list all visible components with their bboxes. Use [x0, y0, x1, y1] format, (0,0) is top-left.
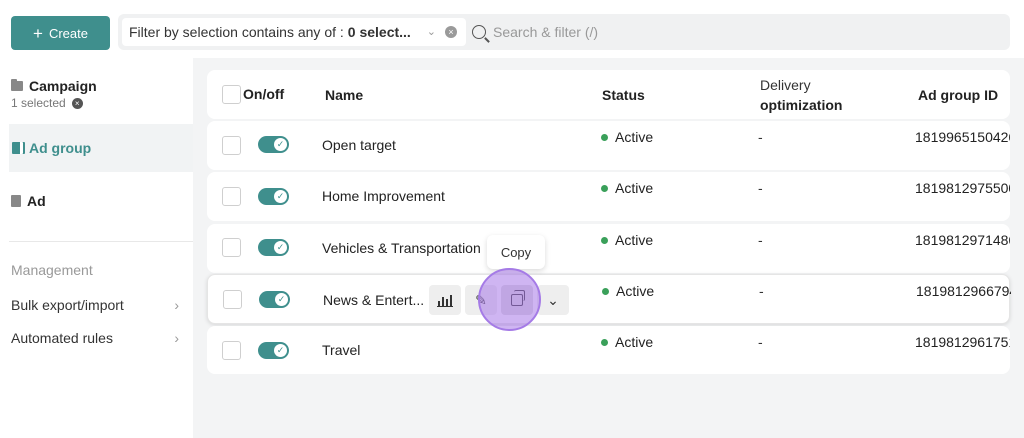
- check-icon: ✓: [274, 138, 287, 151]
- row-name[interactable]: News & Entert...: [323, 292, 424, 308]
- chevron-down-icon[interactable]: ⌄: [427, 25, 436, 38]
- header-name[interactable]: Name: [325, 87, 363, 103]
- row-name[interactable]: Travel: [322, 342, 360, 358]
- check-icon: ✓: [275, 293, 288, 306]
- row-toggle[interactable]: ✓: [258, 188, 289, 205]
- header-delivery-line2[interactable]: optimization: [760, 97, 842, 113]
- table-row[interactable]: ✓ Home Improvement Active - 181981297550…: [207, 172, 1010, 221]
- row-id: 1819965150426: [915, 129, 1010, 145]
- create-button[interactable]: + Create: [11, 16, 110, 50]
- row-checkbox[interactable]: [222, 341, 241, 360]
- filter-value: 0 select...: [347, 24, 411, 40]
- row-delivery: -: [758, 180, 763, 196]
- chart-icon: [437, 294, 453, 307]
- row-id: 1819812971486: [915, 232, 1010, 248]
- filter-prefix: Filter by selection contains any of :: [129, 24, 344, 40]
- header-status[interactable]: Status: [602, 87, 645, 103]
- management-heading: Management: [11, 262, 93, 278]
- status-text: Active: [615, 334, 654, 350]
- top-toolbar: + Create Filter by selection contains an…: [0, 0, 1024, 58]
- header-delivery-line1[interactable]: Delivery: [760, 77, 811, 93]
- table-row[interactable]: ✓ Travel Active - 1819812961751: [207, 326, 1010, 374]
- campaign-selection-count: 1 selected ×: [11, 96, 83, 110]
- filter-bar: Filter by selection contains any of : 0 …: [118, 14, 1010, 50]
- row-id: 1819812966794: [916, 283, 1011, 299]
- table-header: On/off Name Status Delivery optimization…: [207, 70, 1010, 119]
- chevron-right-icon: ›: [174, 330, 179, 346]
- status-dot-icon: [601, 338, 608, 346]
- sidebar-item-label: Ad group: [29, 140, 92, 156]
- check-icon: ✓: [274, 190, 287, 203]
- plus-icon: +: [33, 23, 43, 43]
- clear-selection-icon[interactable]: ×: [71, 97, 83, 109]
- clear-icon[interactable]: ×: [445, 26, 457, 38]
- chevron-right-icon: ›: [174, 297, 179, 313]
- ad-icon: [11, 195, 21, 207]
- row-checkbox[interactable]: [222, 238, 241, 257]
- row-delivery: -: [758, 129, 763, 145]
- row-name[interactable]: Home Improvement: [322, 188, 445, 204]
- row-checkbox[interactable]: [222, 136, 241, 155]
- table-row[interactable]: ✓ Open target Active - 1819965150426: [207, 121, 1010, 170]
- row-id: 1819812975500: [915, 180, 1010, 196]
- header-onoff: On/off: [243, 86, 285, 102]
- row-status: Active: [601, 334, 653, 350]
- sidebar-item-label: Ad: [27, 193, 46, 209]
- selection-filter-chip[interactable]: Filter by selection contains any of : 0 …: [122, 18, 466, 46]
- row-status: Active: [601, 129, 653, 145]
- status-text: Active: [615, 180, 654, 196]
- row-name[interactable]: Vehicles & Transportation: [322, 240, 481, 256]
- click-indicator: [478, 268, 541, 331]
- status-dot-icon: [601, 236, 608, 244]
- sidebar-item-automated-rules[interactable]: Automated rules ›: [11, 330, 179, 346]
- row-checkbox[interactable]: [222, 187, 241, 206]
- sidebar-item-bulk-export[interactable]: Bulk export/import ›: [11, 297, 179, 313]
- row-checkbox[interactable]: [223, 290, 242, 309]
- status-dot-icon: [601, 133, 608, 141]
- status-text: Active: [615, 129, 654, 145]
- status-dot-icon: [601, 184, 608, 192]
- row-delivery: -: [758, 334, 763, 350]
- row-toggle[interactable]: ✓: [258, 136, 289, 153]
- header-adgroup-id[interactable]: Ad group ID: [918, 87, 998, 103]
- sidebar-item-label: Automated rules: [11, 330, 113, 346]
- sidebar-item-ad[interactable]: Ad: [11, 193, 46, 209]
- status-dot-icon: [602, 287, 609, 295]
- selected-count-text: 1 selected: [11, 96, 66, 110]
- row-delivery: -: [758, 232, 763, 248]
- sidebar-item-campaign[interactable]: Campaign: [11, 78, 97, 94]
- sidebar-item-adgroup[interactable]: Ad group: [9, 124, 193, 172]
- row-status: Active: [601, 232, 653, 248]
- status-text: Active: [616, 283, 655, 299]
- row-status: Active: [602, 283, 654, 299]
- select-all-checkbox[interactable]: [222, 85, 241, 104]
- row-toggle[interactable]: ✓: [259, 291, 290, 308]
- table-row[interactable]: ✓ News & Entert... ✎ ⌄ Active - 18198129…: [207, 274, 1011, 324]
- ad-group-table: On/off Name Status Delivery optimization…: [193, 58, 1024, 438]
- sidebar-divider: [9, 241, 193, 242]
- row-name[interactable]: Open target: [322, 137, 396, 153]
- view-data-button[interactable]: [429, 285, 461, 315]
- sidebar-item-label: Campaign: [29, 78, 97, 94]
- more-actions-button[interactable]: ⌄: [537, 285, 569, 315]
- row-status: Active: [601, 180, 653, 196]
- status-text: Active: [615, 232, 654, 248]
- search-icon: [472, 25, 486, 39]
- chevron-down-icon: ⌄: [547, 291, 559, 308]
- search-placeholder: Search & filter (/): [493, 24, 599, 40]
- sidebar-item-label: Bulk export/import: [11, 297, 124, 313]
- row-toggle[interactable]: ✓: [258, 342, 289, 359]
- search-input[interactable]: Search & filter (/): [472, 14, 598, 50]
- copy-tooltip: Copy: [487, 235, 545, 269]
- row-toggle[interactable]: ✓: [258, 239, 289, 256]
- table-row[interactable]: ✓ Vehicles & Transportation Active - 181…: [207, 224, 1010, 273]
- row-delivery: -: [759, 283, 764, 299]
- row-id: 1819812961751: [915, 334, 1010, 350]
- folder-icon: [11, 79, 23, 91]
- check-icon: ✓: [274, 344, 287, 357]
- sidebar: Campaign 1 selected × Ad group Ad Manage…: [9, 60, 193, 438]
- check-icon: ✓: [274, 241, 287, 254]
- create-button-label: Create: [48, 25, 88, 41]
- adgroup-icon: [12, 142, 23, 154]
